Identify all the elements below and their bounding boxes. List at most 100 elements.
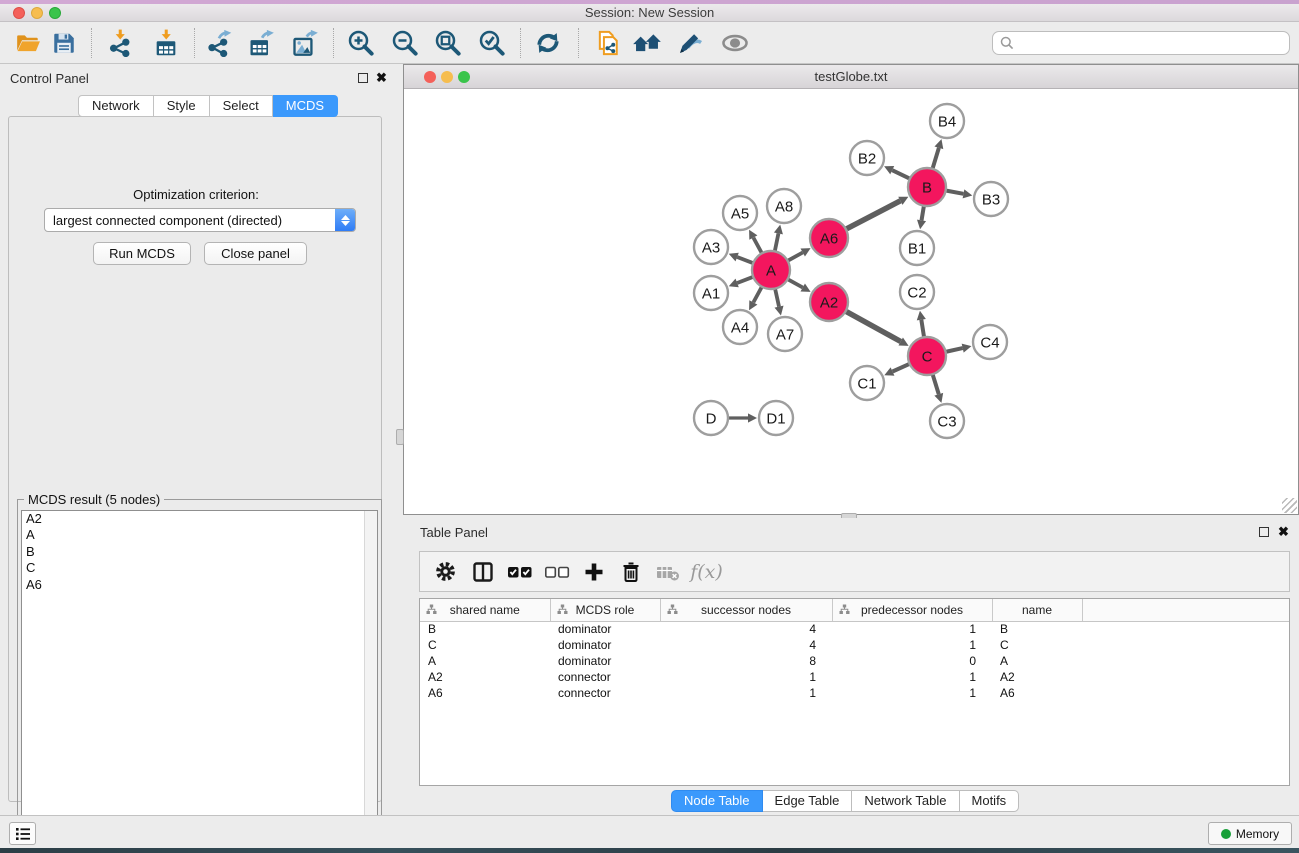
table-header-row[interactable]: shared name MCDS role successor nodes (420, 599, 1290, 621)
table-cell[interactable]: A6 (992, 685, 1082, 701)
mcds-result-item[interactable]: A2 (22, 511, 377, 527)
tab-motifs[interactable]: Motifs (960, 790, 1020, 812)
network-minimize-button[interactable] (441, 71, 453, 83)
clone-network-button[interactable] (590, 27, 626, 59)
graph-edge-B-B1[interactable] (922, 206, 924, 221)
column-header-successor-nodes[interactable]: successor nodes (660, 599, 832, 621)
table-cell[interactable]: 1 (832, 685, 992, 701)
tab-node-table[interactable]: Node Table (671, 790, 763, 812)
zoom-window-button[interactable] (49, 7, 61, 19)
table-cell[interactable]: A2 (992, 669, 1082, 685)
main-titlebar[interactable]: Session: New Session (0, 4, 1299, 22)
table-cell[interactable]: dominator (550, 653, 660, 669)
column-header-name[interactable]: name (992, 599, 1082, 621)
delete-column-button[interactable] (612, 555, 649, 589)
mcds-list-scrollbar[interactable] (364, 511, 377, 837)
table-cell[interactable]: B (420, 621, 550, 637)
mcds-result-item[interactable]: A6 (22, 577, 377, 593)
deselect-all-button[interactable] (538, 555, 575, 589)
search-input[interactable] (1019, 36, 1289, 50)
network-overview-button[interactable] (629, 27, 665, 59)
graph-edge-A2-C[interactable] (846, 311, 901, 341)
table-cell[interactable]: connector (550, 669, 660, 685)
network-zoom-button[interactable] (458, 71, 470, 83)
table-settings-button[interactable] (427, 555, 464, 589)
zoom-in-button[interactable] (343, 27, 379, 59)
export-image-button[interactable] (287, 27, 323, 59)
dropdown-stepper-icon[interactable] (335, 209, 355, 231)
zoom-fit-button[interactable] (430, 27, 466, 59)
function-builder-button[interactable]: f(x) (686, 555, 723, 589)
table-cell[interactable]: 8 (660, 653, 832, 669)
table-cell[interactable]: connector (550, 685, 660, 701)
select-all-button[interactable] (501, 555, 538, 589)
graph-edge-C-C1[interactable] (893, 364, 910, 372)
graph-edge-C-C2[interactable] (921, 320, 924, 338)
table-cell[interactable]: 1 (660, 685, 832, 701)
table-cell[interactable]: dominator (550, 621, 660, 637)
search-field[interactable] (992, 31, 1290, 55)
float-panel-icon[interactable] (1259, 527, 1269, 537)
tab-network-table[interactable]: Network Table (852, 790, 959, 812)
close-window-button[interactable] (13, 7, 25, 19)
show-hide-details-button[interactable] (672, 27, 708, 59)
graph-edge-A-A5[interactable] (753, 238, 762, 254)
tab-style[interactable]: Style (154, 95, 210, 117)
table-row[interactable]: Cdominator41C (420, 637, 1290, 653)
import-network-button[interactable] (102, 27, 138, 59)
export-table-button[interactable] (243, 27, 279, 59)
tab-select[interactable]: Select (210, 95, 273, 117)
task-history-button[interactable] (9, 822, 36, 845)
network-canvas[interactable]: B4B2BB3A8A5A6A3B1AA1C2A2A4A7C4CC1DD1C3 (404, 89, 1298, 514)
split-columns-button[interactable] (464, 555, 501, 589)
graph-edge-A-A7[interactable] (775, 289, 779, 307)
export-network-button[interactable] (201, 27, 237, 59)
graph-edge-C-C3[interactable] (933, 374, 939, 394)
tab-mcds[interactable]: MCDS (273, 95, 338, 117)
split-divider-handle[interactable] (396, 429, 404, 445)
minimize-window-button[interactable] (31, 7, 43, 19)
close-panel-icon[interactable]: ✖ (1278, 524, 1289, 540)
network-window-titlebar[interactable]: testGlobe.txt (404, 65, 1298, 89)
table-cell[interactable]: A (992, 653, 1082, 669)
mcds-result-item[interactable]: C (22, 560, 377, 576)
graph-edge-A-A3[interactable] (737, 257, 753, 263)
create-column-button[interactable] (575, 555, 612, 589)
close-panel-icon[interactable]: ✖ (376, 70, 387, 86)
mcds-result-list[interactable]: A2ABCA6 (21, 510, 378, 838)
graph-edge-A-A4[interactable] (753, 287, 762, 303)
toggle-bird-eye-button[interactable] (717, 27, 753, 59)
table-cell[interactable]: 1 (832, 637, 992, 653)
column-header-shared-name[interactable]: shared name (420, 599, 550, 621)
table-cell[interactable]: 4 (660, 621, 832, 637)
table-cell[interactable]: 4 (660, 637, 832, 653)
table-cell[interactable]: 1 (832, 669, 992, 685)
graph-edge-A-A8[interactable] (775, 233, 779, 251)
save-session-button[interactable] (46, 27, 82, 59)
table-cell[interactable]: A (420, 653, 550, 669)
tab-network[interactable]: Network (78, 95, 154, 117)
graph-edge-C-C4[interactable] (946, 348, 963, 352)
window-resize-grip[interactable] (1282, 498, 1297, 513)
table-cell[interactable]: A2 (420, 669, 550, 685)
table-row[interactable]: Bdominator41B (420, 621, 1290, 637)
refresh-view-button[interactable] (530, 27, 566, 59)
mcds-result-item[interactable]: A (22, 527, 377, 543)
graph-edge-B-B4[interactable] (933, 148, 939, 169)
delete-table-button[interactable] (649, 555, 686, 589)
graph-edge-A-A6[interactable] (788, 252, 803, 260)
float-panel-icon[interactable] (358, 73, 368, 83)
table-row[interactable]: A2connector11A2 (420, 669, 1290, 685)
graph-edge-A-A1[interactable] (737, 277, 753, 283)
graph-edge-A6-B[interactable] (846, 201, 901, 229)
mcds-result-item[interactable]: B (22, 544, 377, 560)
column-header-mcds-role[interactable]: MCDS role (550, 599, 660, 621)
network-graph[interactable]: B4B2BB3A8A5A6A3B1AA1C2A2A4A7C4CC1DD1C3 (404, 89, 1298, 514)
table-row[interactable]: A6connector11A6 (420, 685, 1290, 701)
import-table-button[interactable] (148, 27, 184, 59)
optimization-criterion-dropdown[interactable]: largest connected component (directed) (44, 208, 356, 232)
close-panel-button[interactable]: Close panel (204, 242, 307, 265)
table-cell[interactable]: dominator (550, 637, 660, 653)
table-row[interactable]: Adominator80A (420, 653, 1290, 669)
graph-edge-B-B2[interactable] (892, 170, 910, 179)
